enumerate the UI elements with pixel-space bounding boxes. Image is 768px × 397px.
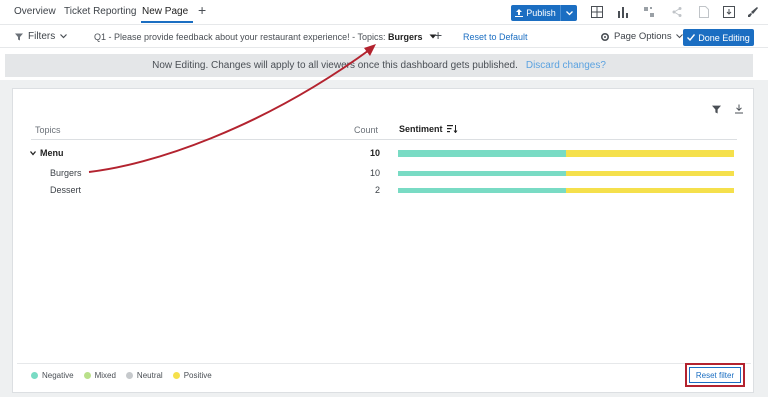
editing-banner: Now Editing. Changes will apply to all v… bbox=[5, 54, 753, 77]
column-header-sentiment[interactable]: Sentiment bbox=[399, 124, 458, 134]
legend-dot bbox=[31, 372, 38, 379]
page-options-label: Page Options bbox=[614, 31, 672, 42]
chevron-down-icon bbox=[675, 34, 683, 39]
sparkle-icon[interactable] bbox=[642, 5, 656, 19]
sentiment-bar[interactable] bbox=[398, 188, 734, 193]
legend-label: Negative bbox=[42, 371, 74, 380]
reset-to-default-link[interactable]: Reset to Default bbox=[463, 32, 528, 42]
legend-item-neutral: Neutral bbox=[125, 371, 163, 380]
filters-label: Filters bbox=[28, 31, 56, 42]
chevron-down-icon bbox=[565, 10, 573, 15]
done-editing-label: Done Editing bbox=[698, 32, 750, 43]
sentiment-segment-negative bbox=[398, 171, 566, 176]
export-icon[interactable] bbox=[722, 5, 736, 19]
sentiment-bar[interactable] bbox=[398, 150, 734, 157]
row-label-menu: Menu bbox=[40, 148, 64, 158]
download-icon[interactable] bbox=[734, 101, 744, 114]
row-label-dessert: Dessert bbox=[50, 185, 82, 195]
chevron-down-icon bbox=[60, 34, 68, 39]
check-icon bbox=[687, 34, 696, 41]
sentiment-segment-positive bbox=[566, 188, 734, 193]
active-filter[interactable]: Q1 - Please provide feedback about your … bbox=[94, 32, 437, 42]
discard-changes-link[interactable]: Discard changes? bbox=[526, 60, 606, 71]
sentiment-segment-positive bbox=[566, 150, 734, 157]
header-divider bbox=[31, 139, 737, 140]
editing-banner-text: Now Editing. Changes will apply to all v… bbox=[152, 60, 518, 71]
publish-button-group: Publish bbox=[511, 5, 577, 21]
share-icon[interactable] bbox=[670, 5, 684, 19]
sentiment-legend: Negative Mixed Neutral Positive bbox=[31, 371, 212, 380]
legend-dot bbox=[125, 372, 133, 379]
add-filter-button[interactable]: + bbox=[434, 28, 442, 42]
filter-value: Burgers bbox=[388, 32, 423, 42]
row-label-burgers: Burgers bbox=[50, 168, 82, 178]
gear-icon bbox=[600, 32, 610, 41]
chevron-down-icon[interactable] bbox=[30, 151, 36, 156]
sentiment-segment-negative bbox=[398, 188, 566, 193]
legend-label: Mixed bbox=[94, 371, 116, 380]
active-tab-indicator bbox=[141, 21, 193, 23]
column-header-count[interactable]: Count bbox=[354, 125, 378, 135]
sentiment-segment-negative bbox=[398, 150, 566, 157]
layout-icon[interactable] bbox=[590, 5, 604, 19]
top-tab-bar: Overview Ticket Reporting New Page + Pub… bbox=[0, 0, 768, 25]
sort-icon bbox=[446, 125, 457, 133]
tab-ticket-reporting[interactable]: Ticket Reporting bbox=[64, 6, 136, 17]
column-header-topics: Topics bbox=[35, 125, 61, 135]
publish-button[interactable]: Publish bbox=[511, 5, 561, 21]
page-options-dropdown[interactable]: Page Options bbox=[600, 31, 683, 42]
legend-item-negative: Negative bbox=[31, 371, 74, 380]
done-editing-button[interactable]: Done Editing bbox=[683, 29, 754, 46]
sentiment-bar[interactable] bbox=[398, 171, 734, 176]
paint-brush-icon[interactable] bbox=[746, 5, 760, 19]
filter-question: Q1 - Please provide feedback about your … bbox=[94, 32, 386, 42]
legend-label: Neutral bbox=[136, 371, 163, 380]
publish-label: Publish bbox=[526, 8, 556, 18]
filter-bar: Filters Q1 - Please provide feedback abo… bbox=[0, 26, 768, 48]
row-count: 10 bbox=[369, 148, 380, 158]
filter-icon bbox=[15, 33, 23, 40]
legend-item-positive: Positive bbox=[172, 371, 212, 380]
row-count: 10 bbox=[369, 168, 380, 178]
topic-sentiment-widget: Topics Count Sentiment Menu 10 Burgers 1… bbox=[12, 88, 754, 393]
legend-divider bbox=[17, 363, 751, 364]
legend-dot bbox=[83, 372, 91, 379]
add-page-button[interactable]: + bbox=[198, 3, 206, 17]
upload-icon bbox=[515, 9, 524, 17]
legend-dot bbox=[172, 372, 180, 379]
publish-options-button[interactable] bbox=[561, 5, 577, 21]
reset-filter-button[interactable]: Reset filter bbox=[689, 367, 741, 383]
filter-icon[interactable] bbox=[712, 101, 722, 114]
bar-chart-icon[interactable] bbox=[616, 5, 630, 19]
legend-item-mixed: Mixed bbox=[83, 371, 116, 380]
legend-label: Positive bbox=[183, 371, 212, 380]
tab-overview[interactable]: Overview bbox=[14, 6, 56, 17]
sentiment-header-label: Sentiment bbox=[399, 124, 443, 134]
document-icon[interactable] bbox=[697, 5, 711, 19]
sentiment-segment-positive bbox=[566, 171, 734, 176]
filters-dropdown[interactable]: Filters bbox=[15, 31, 68, 42]
tab-new-page[interactable]: New Page bbox=[142, 6, 188, 17]
row-count: 2 bbox=[374, 185, 380, 195]
